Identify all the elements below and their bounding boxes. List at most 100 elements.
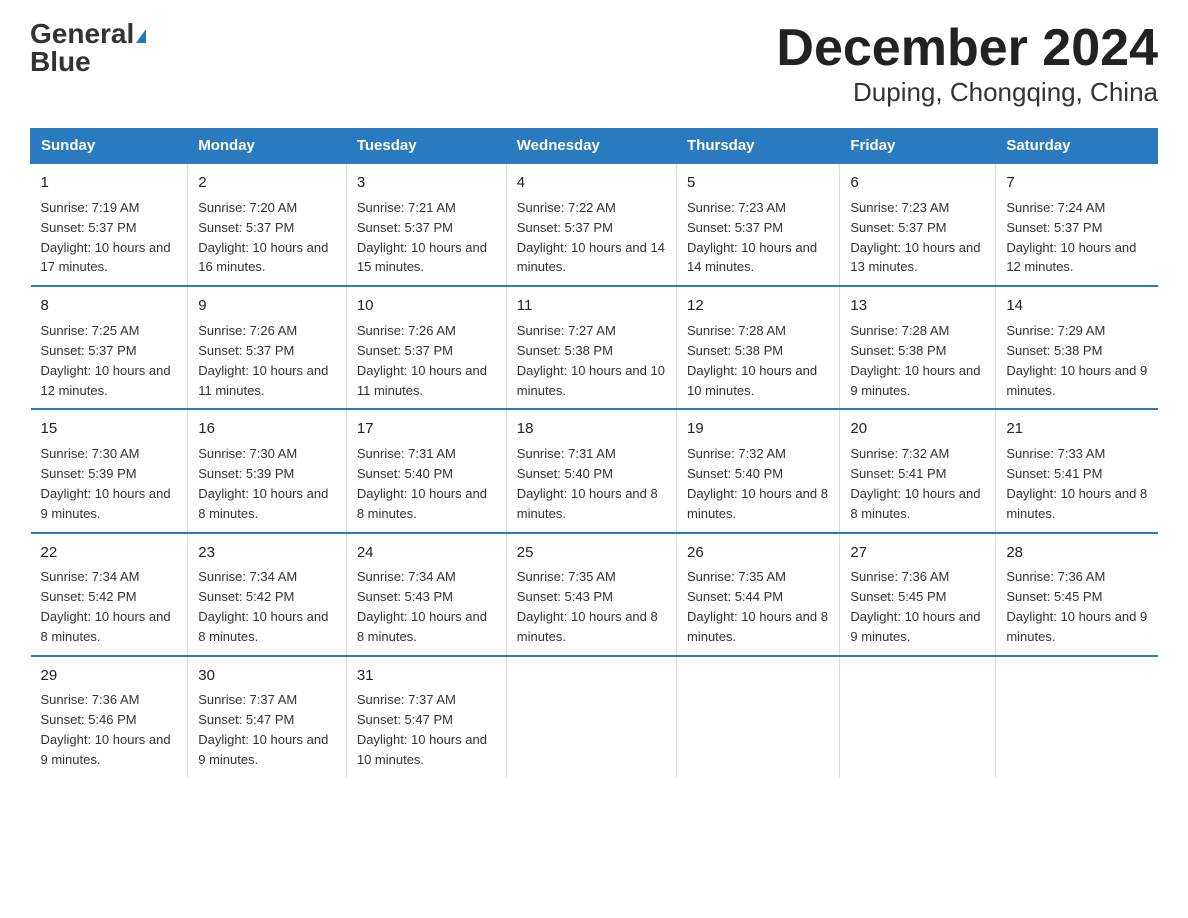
day-info: Sunrise: 7:26 AMSunset: 5:37 PMDaylight:… (198, 323, 328, 398)
day-number: 4 (517, 172, 666, 194)
day-number: 7 (1006, 172, 1147, 194)
day-number: 5 (687, 172, 829, 194)
calendar-week-row: 8 Sunrise: 7:25 AMSunset: 5:37 PMDaylight… (31, 286, 1158, 409)
table-row (996, 656, 1158, 778)
table-row: 15 Sunrise: 7:30 AMSunset: 5:39 PMDayligh… (31, 409, 188, 532)
day-info: Sunrise: 7:34 AMSunset: 5:42 PMDaylight:… (198, 569, 328, 644)
day-number: 16 (198, 418, 336, 440)
day-info: Sunrise: 7:20 AMSunset: 5:37 PMDaylight:… (198, 200, 328, 275)
table-row: 25Sunrise: 7:35 AMSunset: 5:43 PMDayligh… (506, 533, 676, 656)
calendar-subtitle: Duping, Chongqing, China (776, 77, 1158, 108)
day-info: Sunrise: 7:25 AMSunset: 5:37 PMDaylight:… (41, 323, 171, 398)
day-number: 10 (357, 295, 496, 317)
logo-triangle-icon (136, 29, 146, 43)
day-info: Sunrise: 7:32 AMSunset: 5:41 PMDaylight:… (850, 446, 980, 521)
day-info: Sunrise: 7:30 AMSunset: 5:39 PMDaylight:… (41, 446, 171, 521)
day-info: Sunrise: 7:27 AMSunset: 5:38 PMDaylight:… (517, 323, 665, 398)
table-row: 26Sunrise: 7:35 AMSunset: 5:44 PMDayligh… (677, 533, 840, 656)
table-row: 7 Sunrise: 7:24 AMSunset: 5:37 PMDaylight… (996, 163, 1158, 286)
table-row (506, 656, 676, 778)
col-saturday: Saturday (996, 129, 1158, 164)
logo-blue-text: Blue (30, 48, 91, 76)
day-info: Sunrise: 7:37 AMSunset: 5:47 PMDaylight:… (357, 692, 487, 767)
calendar-week-row: 15 Sunrise: 7:30 AMSunset: 5:39 PMDayligh… (31, 409, 1158, 532)
day-number: 23 (198, 542, 336, 564)
table-row: 14 Sunrise: 7:29 AMSunset: 5:38 PMDayligh… (996, 286, 1158, 409)
day-info: Sunrise: 7:23 AMSunset: 5:37 PMDaylight:… (850, 200, 980, 275)
table-row (677, 656, 840, 778)
day-number: 27 (850, 542, 985, 564)
table-row: 20Sunrise: 7:32 AMSunset: 5:41 PMDayligh… (840, 409, 996, 532)
col-tuesday: Tuesday (346, 129, 506, 164)
table-row: 29 Sunrise: 7:36 AMSunset: 5:46 PMDayligh… (31, 656, 188, 778)
table-row: 16Sunrise: 7:30 AMSunset: 5:39 PMDayligh… (188, 409, 347, 532)
day-number: 15 (41, 418, 178, 440)
day-number: 22 (41, 542, 178, 564)
day-number: 3 (357, 172, 496, 194)
day-number: 26 (687, 542, 829, 564)
table-row: 8 Sunrise: 7:25 AMSunset: 5:37 PMDaylight… (31, 286, 188, 409)
col-sunday: Sunday (31, 129, 188, 164)
day-info: Sunrise: 7:21 AMSunset: 5:37 PMDaylight:… (357, 200, 487, 275)
day-number: 13 (850, 295, 985, 317)
col-friday: Friday (840, 129, 996, 164)
table-row: 19 Sunrise: 7:32 AMSunset: 5:40 PMDayligh… (677, 409, 840, 532)
day-info: Sunrise: 7:33 AMSunset: 5:41 PMDaylight:… (1006, 446, 1147, 521)
calendar-table: Sunday Monday Tuesday Wednesday Thursday… (30, 128, 1158, 778)
day-number: 12 (687, 295, 829, 317)
table-row: 17Sunrise: 7:31 AMSunset: 5:40 PMDayligh… (346, 409, 506, 532)
day-info: Sunrise: 7:35 AMSunset: 5:43 PMDaylight:… (517, 569, 658, 644)
day-number: 14 (1006, 295, 1147, 317)
page-header: General Blue December 2024 Duping, Chong… (30, 20, 1158, 108)
day-info: Sunrise: 7:36 AMSunset: 5:45 PMDaylight:… (850, 569, 980, 644)
day-info: Sunrise: 7:29 AMSunset: 5:38 PMDaylight:… (1006, 323, 1147, 398)
day-number: 19 (687, 418, 829, 440)
day-info: Sunrise: 7:28 AMSunset: 5:38 PMDaylight:… (687, 323, 817, 398)
table-row: 21 Sunrise: 7:33 AMSunset: 5:41 PMDayligh… (996, 409, 1158, 532)
table-row: 9 Sunrise: 7:26 AMSunset: 5:37 PMDaylight… (188, 286, 347, 409)
table-row: 28 Sunrise: 7:36 AMSunset: 5:45 PMDayligh… (996, 533, 1158, 656)
table-row: 10 Sunrise: 7:26 AMSunset: 5:37 PMDayligh… (346, 286, 506, 409)
table-row: 1 Sunrise: 7:19 AMSunset: 5:37 PMDaylight… (31, 163, 188, 286)
calendar-week-row: 22 Sunrise: 7:34 AMSunset: 5:42 PMDayligh… (31, 533, 1158, 656)
day-number: 29 (41, 665, 178, 687)
table-row: 31 Sunrise: 7:37 AMSunset: 5:47 PMDayligh… (346, 656, 506, 778)
col-monday: Monday (188, 129, 347, 164)
table-row: 3 Sunrise: 7:21 AMSunset: 5:37 PMDaylight… (346, 163, 506, 286)
table-row (840, 656, 996, 778)
day-info: Sunrise: 7:36 AMSunset: 5:46 PMDaylight:… (41, 692, 171, 767)
day-number: 6 (850, 172, 985, 194)
day-number: 31 (357, 665, 496, 687)
day-info: Sunrise: 7:31 AMSunset: 5:40 PMDaylight:… (517, 446, 658, 521)
table-row: 2Sunrise: 7:20 AMSunset: 5:37 PMDaylight… (188, 163, 347, 286)
day-number: 8 (41, 295, 178, 317)
table-row: 22 Sunrise: 7:34 AMSunset: 5:42 PMDayligh… (31, 533, 188, 656)
table-row: 30Sunrise: 7:37 AMSunset: 5:47 PMDayligh… (188, 656, 347, 778)
day-info: Sunrise: 7:36 AMSunset: 5:45 PMDaylight:… (1006, 569, 1147, 644)
day-info: Sunrise: 7:37 AMSunset: 5:47 PMDaylight:… (198, 692, 328, 767)
table-row: 5Sunrise: 7:23 AMSunset: 5:37 PMDaylight… (677, 163, 840, 286)
col-wednesday: Wednesday (506, 129, 676, 164)
day-number: 18 (517, 418, 666, 440)
table-row: 4Sunrise: 7:22 AMSunset: 5:37 PMDaylight… (506, 163, 676, 286)
day-number: 24 (357, 542, 496, 564)
day-number: 21 (1006, 418, 1147, 440)
day-info: Sunrise: 7:32 AMSunset: 5:40 PMDaylight:… (687, 446, 828, 521)
table-row: 6 Sunrise: 7:23 AMSunset: 5:37 PMDaylight… (840, 163, 996, 286)
day-info: Sunrise: 7:24 AMSunset: 5:37 PMDaylight:… (1006, 200, 1136, 275)
day-info: Sunrise: 7:31 AMSunset: 5:40 PMDaylight:… (357, 446, 487, 521)
day-number: 28 (1006, 542, 1147, 564)
table-row: 18 Sunrise: 7:31 AMSunset: 5:40 PMDayligh… (506, 409, 676, 532)
day-info: Sunrise: 7:26 AMSunset: 5:37 PMDaylight:… (357, 323, 487, 398)
day-number: 9 (198, 295, 336, 317)
logo-text: General (30, 20, 146, 48)
day-number: 11 (517, 295, 666, 317)
calendar-header-row: Sunday Monday Tuesday Wednesday Thursday… (31, 129, 1158, 164)
table-row: 12 Sunrise: 7:28 AMSunset: 5:38 PMDayligh… (677, 286, 840, 409)
logo: General Blue (30, 20, 146, 76)
day-info: Sunrise: 7:34 AMSunset: 5:42 PMDaylight:… (41, 569, 171, 644)
day-info: Sunrise: 7:34 AMSunset: 5:43 PMDaylight:… (357, 569, 487, 644)
day-info: Sunrise: 7:19 AMSunset: 5:37 PMDaylight:… (41, 200, 171, 275)
day-number: 1 (41, 172, 178, 194)
day-info: Sunrise: 7:28 AMSunset: 5:38 PMDaylight:… (850, 323, 980, 398)
